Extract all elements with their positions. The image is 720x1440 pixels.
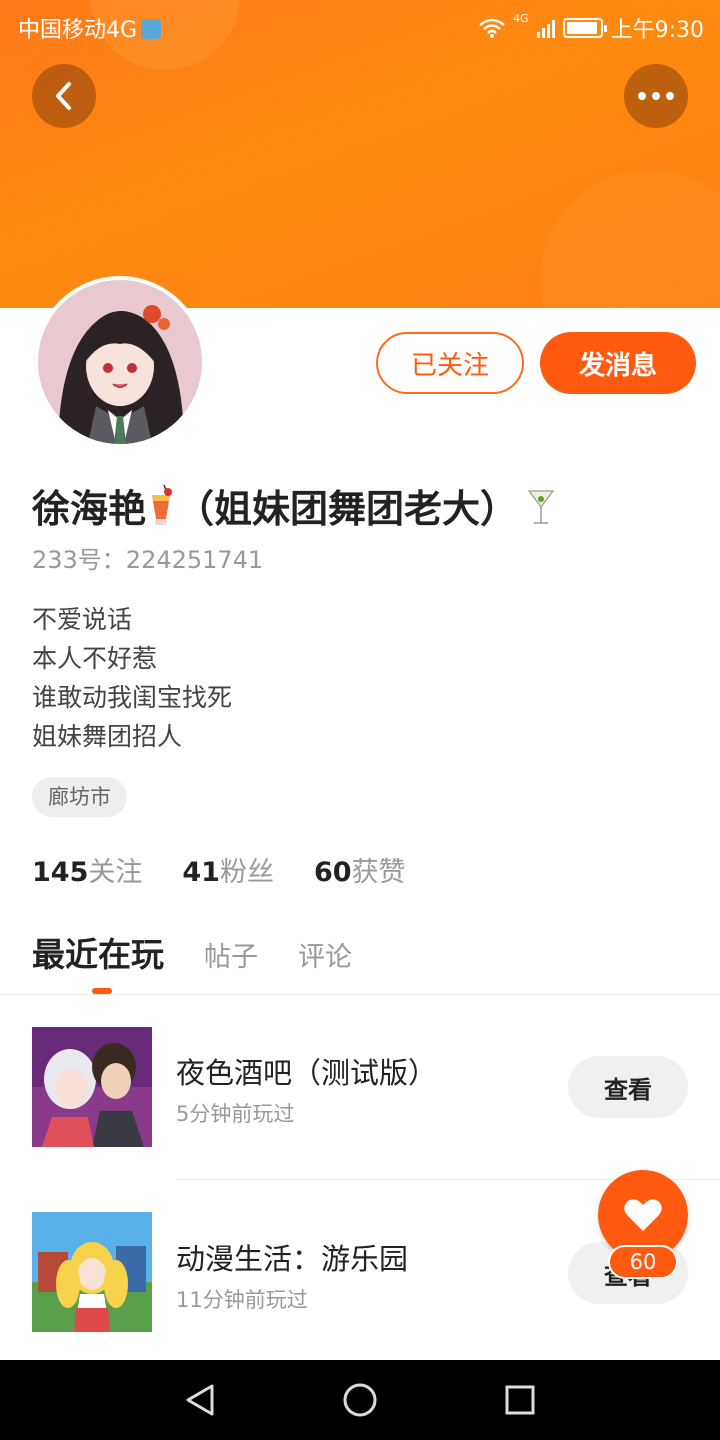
stat-label: 粉丝 — [219, 857, 274, 888]
avatar-image — [38, 280, 202, 444]
nav-back-button[interactable] — [180, 1380, 220, 1420]
system-navigation-bar — [0, 1360, 720, 1440]
more-button[interactable] — [624, 64, 688, 128]
list-item[interactable]: 夜色酒吧（测试版） 5分钟前玩过 查看 — [0, 1010, 720, 1160]
stat-label: 获赞 — [351, 857, 406, 888]
game-thumbnail — [32, 1212, 152, 1332]
stat-number: 60 — [313, 857, 352, 888]
clock: 上午9:30 — [610, 18, 704, 43]
network-type-label: 4G — [513, 12, 529, 25]
stat-likes: 60获赞 — [314, 850, 406, 889]
bio-line: 不爱说话 — [32, 605, 133, 634]
bio: 不爱说话 本人不好惹 谁敢动我闺宝找死 姐妹舞团招人 — [32, 600, 232, 756]
tab-comments[interactable]: 评论 — [298, 935, 352, 974]
send-message-button[interactable]: 发消息 — [540, 332, 696, 394]
game-last-played: 5分钟前玩过 — [176, 1102, 295, 1126]
chevron-left-icon — [56, 82, 71, 110]
stat-fans[interactable]: 41粉丝 — [182, 850, 274, 889]
divider — [0, 994, 720, 995]
profile-name-title: （姐妹团舞团老大） — [176, 487, 519, 531]
heart-icon — [624, 1199, 662, 1231]
game-title: 夜色酒吧（测试版） — [176, 1056, 438, 1090]
square-recents-icon — [505, 1385, 535, 1415]
profile-tabs: 最近在玩 帖子 评论 — [32, 928, 352, 976]
profile-stats: 145关注 41粉丝 60获赞 — [32, 850, 406, 889]
view-game-button[interactable]: 查看 — [568, 1056, 688, 1118]
bio-line: 姐妹舞团招人 — [32, 722, 183, 751]
carrier-label: 中国移动4G — [18, 18, 138, 43]
status-bar: 中国移动4G 4G 上午9:30 — [0, 0, 720, 50]
user-id: 233号：224251741 — [32, 546, 264, 574]
wifi-icon — [479, 18, 505, 38]
game-title: 动漫生活：游乐园 — [176, 1242, 409, 1276]
stat-number: 145 — [32, 857, 89, 888]
back-button[interactable] — [32, 64, 96, 128]
tab-recently-played[interactable]: 最近在玩 — [32, 928, 164, 976]
following-button[interactable]: 已关注 — [376, 332, 524, 394]
bio-line: 本人不好惹 — [32, 644, 158, 673]
triangle-back-icon — [186, 1384, 214, 1416]
more-horizontal-icon — [638, 92, 674, 100]
profile-name-main: 徐海艳 — [32, 487, 147, 531]
tab-posts[interactable]: 帖子 — [204, 935, 258, 974]
martini-emoji-icon — [527, 489, 555, 524]
circle-home-icon — [343, 1383, 377, 1417]
avatar[interactable] — [34, 276, 206, 448]
stat-following[interactable]: 145关注 — [32, 850, 142, 889]
stat-label: 关注 — [88, 857, 143, 888]
like-count-badge: 60 — [608, 1245, 678, 1279]
stat-number: 41 — [182, 857, 220, 888]
location-tag: 廊坊市 — [32, 777, 127, 817]
game-last-played: 11分钟前玩过 — [176, 1288, 308, 1312]
nav-home-button[interactable] — [340, 1380, 380, 1420]
nav-recents-button[interactable] — [500, 1380, 540, 1420]
battery-icon — [562, 18, 607, 38]
shield-icon — [141, 19, 162, 39]
profile-name: 徐海艳 （姐妹团舞团老大） — [32, 478, 556, 533]
bio-line: 谁敢动我闺宝找死 — [32, 683, 233, 712]
game-thumbnail — [32, 1027, 152, 1147]
signal-icon — [536, 18, 555, 38]
carrier-info: 中国移动4G — [18, 12, 162, 44]
cocktail-emoji-icon — [152, 484, 173, 525]
